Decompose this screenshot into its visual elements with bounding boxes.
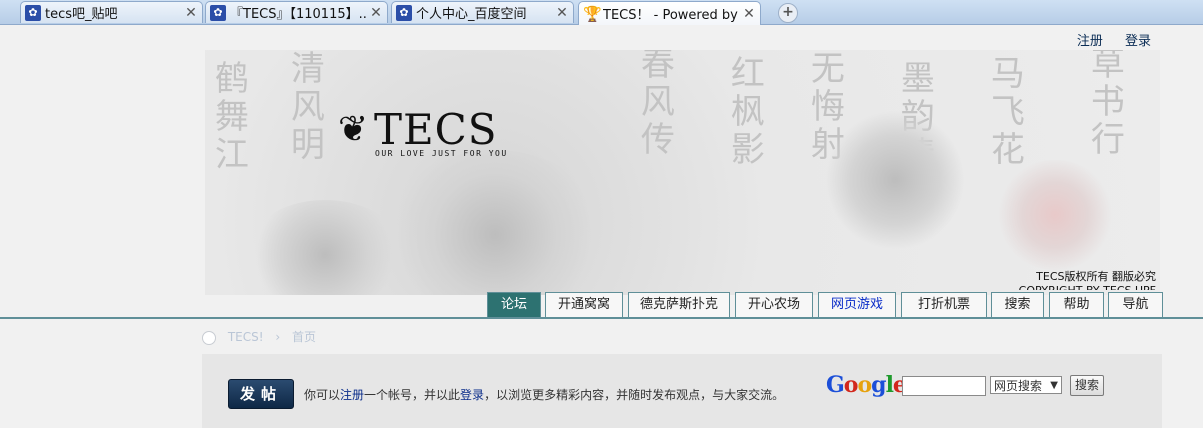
trophy-icon: 🏆 bbox=[583, 4, 602, 23]
guest-message-text: 你可以 bbox=[304, 388, 341, 402]
site-logo[interactable]: ❦ TECS OUR LOVE JUST FOR YOU bbox=[338, 105, 508, 160]
logo-tagline: OUR LOVE JUST FOR YOU bbox=[375, 149, 508, 158]
search-type-value: 网页搜索 bbox=[994, 379, 1043, 393]
guest-notice-panel: 发帖 你可以注册一个帐号，并以此登录，以浏览更多精彩内容，并随时发布观点，与大家… bbox=[202, 354, 1162, 428]
login-link[interactable]: 登录 bbox=[1125, 34, 1151, 49]
baidu-paw-icon: ✿ bbox=[396, 4, 412, 21]
google-search-input[interactable] bbox=[902, 376, 986, 396]
baidu-paw-icon: ✿ bbox=[25, 4, 41, 21]
home-icon[interactable] bbox=[202, 330, 216, 345]
nav-tab-nav[interactable]: 导航 bbox=[1108, 292, 1163, 317]
guest-message: 你可以注册一个帐号，并以此登录，以浏览更多精彩内容，并随时发布观点，与大家交流。 bbox=[304, 386, 784, 403]
close-icon[interactable]: ✕ bbox=[368, 5, 384, 21]
nav-divider bbox=[0, 317, 1203, 319]
nav-tab-poker[interactable]: 德克萨斯扑克 bbox=[628, 292, 730, 317]
guest-message-text: ，以浏览更多精彩内容，并随时发布观点，与大家交流。 bbox=[484, 388, 785, 402]
login-link[interactable]: 登录 bbox=[460, 388, 484, 402]
breadcrumb-page: 首页 bbox=[292, 330, 317, 344]
register-link[interactable]: 注册 bbox=[1077, 34, 1103, 49]
nav-tab-forum[interactable]: 论坛 bbox=[487, 292, 541, 318]
browser-tab[interactable]: ✿ 『TECS』【110115】... ✕ bbox=[205, 1, 388, 23]
main-nav: 论坛 开通窝窝 德克萨斯扑克 开心农场 网页游戏 打折机票 搜索 帮助 导航 bbox=[0, 292, 1203, 318]
calligraphy-decoration: 马飞花 bbox=[984, 55, 1025, 169]
tab-title: 『TECS』【110115】... bbox=[230, 7, 368, 22]
baidu-paw-icon: ✿ bbox=[210, 4, 226, 21]
flower-logo-icon: ❦ bbox=[338, 109, 369, 150]
tab-title: TECS！ - Powered by ... bbox=[603, 8, 741, 23]
browser-tab[interactable]: ✿ 个人中心_百度空间 ✕ bbox=[391, 1, 574, 23]
google-wordmark: Google bbox=[826, 372, 907, 398]
copyright-notice: TECS版权所有 翻版必究 COPYRIGHT BY TECS UPF bbox=[1019, 270, 1156, 290]
google-search-button[interactable]: 搜索 bbox=[1070, 375, 1104, 396]
nav-tab-webgame[interactable]: 网页游戏 bbox=[818, 292, 896, 317]
calligraphy-decoration: 鹤舞江 bbox=[208, 60, 249, 174]
browser-tab[interactable]: ✿ tecs吧_贴吧 ✕ bbox=[20, 1, 203, 23]
google-logo: Google™ bbox=[826, 372, 913, 398]
site-banner: 鹤舞江 清风明 春风传 红枫影 无悔射 墨韵情 马飞花 草书行 ❦ TECS O… bbox=[205, 50, 1160, 295]
tab-title: tecs吧_贴吧 bbox=[45, 7, 118, 22]
close-icon[interactable]: ✕ bbox=[183, 5, 199, 21]
flower-decoration bbox=[825, 110, 965, 250]
close-icon[interactable]: ✕ bbox=[741, 6, 757, 22]
top-links: 注册 登录 bbox=[1059, 30, 1151, 49]
nav-tab-flights[interactable]: 打折机票 bbox=[901, 292, 987, 317]
calligraphy-decoration: 草书行 bbox=[1084, 50, 1125, 159]
calligraphy-decoration: 清风明 bbox=[284, 50, 325, 164]
copyright-line: TECS版权所有 翻版必究 bbox=[1036, 270, 1156, 283]
flower-decoration bbox=[385, 150, 605, 295]
breadcrumb-separator: › bbox=[275, 330, 281, 344]
calligraphy-decoration: 春风传 bbox=[634, 50, 675, 159]
flower-decoration bbox=[995, 160, 1115, 270]
flower-decoration bbox=[245, 200, 405, 295]
dropdown-arrow-icon: ▼ bbox=[1050, 380, 1058, 391]
new-post-button[interactable]: 发帖 bbox=[228, 379, 294, 409]
browser-tab-bar: ✿ tecs吧_贴吧 ✕ ✿ 『TECS』【110115】... ✕ ✿ 个人中… bbox=[0, 0, 1203, 25]
breadcrumb-site[interactable]: TECS! bbox=[228, 330, 264, 344]
nav-tab-wowo[interactable]: 开通窝窝 bbox=[545, 292, 623, 317]
close-icon[interactable]: ✕ bbox=[554, 5, 570, 21]
breadcrumb: TECS! › 首页 bbox=[202, 328, 324, 345]
browser-tab-active[interactable]: 🏆 TECS！ - Powered by ... ✕ bbox=[578, 1, 761, 25]
new-tab-button[interactable]: + bbox=[778, 3, 798, 23]
nav-tab-search[interactable]: 搜索 bbox=[991, 292, 1044, 317]
search-type-select[interactable]: 网页搜索 ▼ bbox=[990, 376, 1062, 394]
tab-title: 个人中心_百度空间 bbox=[416, 7, 527, 22]
copyright-line: COPYRIGHT BY TECS UPF bbox=[1019, 284, 1156, 290]
nav-tab-help[interactable]: 帮助 bbox=[1049, 292, 1104, 317]
register-link[interactable]: 注册 bbox=[340, 388, 364, 402]
guest-message-text: 一个帐号，并以此 bbox=[364, 388, 461, 402]
logo-text: TECS bbox=[374, 105, 498, 154]
calligraphy-decoration: 红枫影 bbox=[724, 55, 765, 169]
nav-tab-farm[interactable]: 开心农场 bbox=[735, 292, 813, 317]
